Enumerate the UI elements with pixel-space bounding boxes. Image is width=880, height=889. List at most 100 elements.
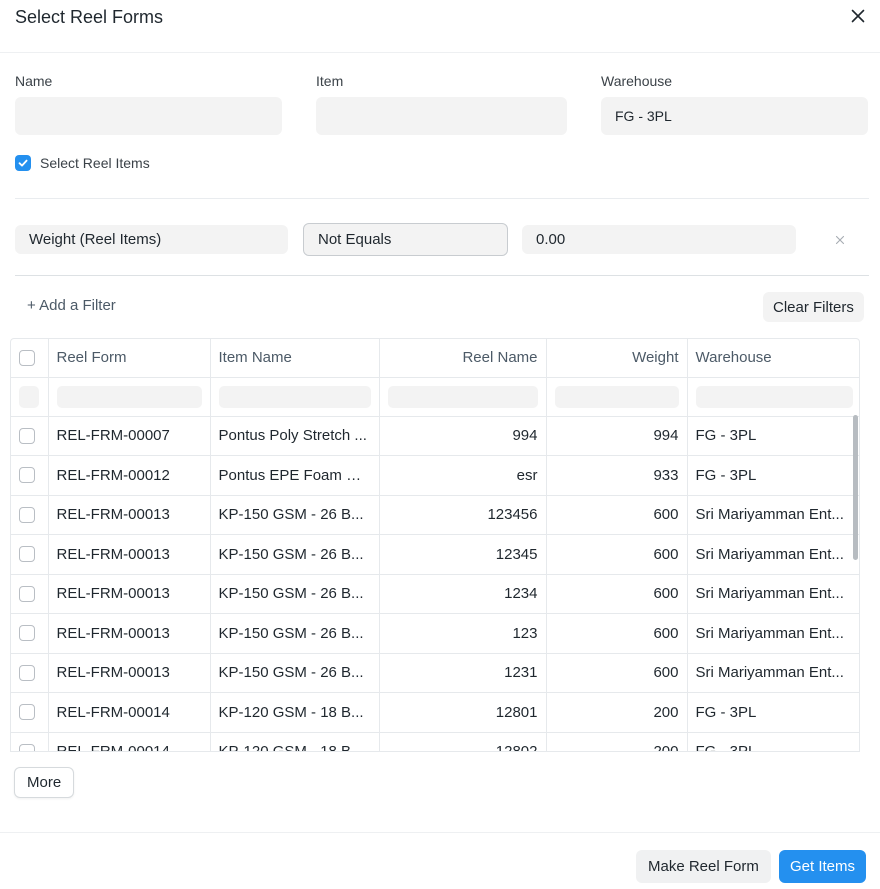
warehouse-cell: FG - 3PL	[687, 416, 859, 456]
reel-name-cell: 12345	[379, 534, 547, 575]
clear-filters-button[interactable]: Clear Filters	[763, 292, 864, 322]
column-header-reel-name[interactable]: Reel Name	[379, 339, 547, 378]
filter-value-input[interactable]: 0.00	[522, 225, 796, 254]
select-all-checkbox[interactable]	[19, 349, 35, 366]
weight-cell: 600	[546, 534, 688, 575]
row-select-cell[interactable]	[11, 574, 49, 614]
select-reel-items-checkbox[interactable]	[15, 155, 31, 171]
table-row[interactable]: REL-FRM-00013 KP-150 GSM - 26 B... 12345…	[11, 534, 859, 575]
filter-condition-select[interactable]: Not Equals	[303, 223, 508, 256]
item-label: Item	[316, 73, 344, 89]
warehouse-cell: Sri Mariyamman Ent...	[687, 534, 859, 575]
column-filter-check[interactable]	[19, 385, 39, 408]
weight-filter-input[interactable]	[554, 385, 679, 408]
row-checkbox[interactable]	[19, 546, 35, 563]
table-scrollbar-thumb[interactable]	[853, 415, 858, 560]
table-row[interactable]: REL-FRM-00012 Pontus EPE Foam Bl... esr …	[11, 455, 859, 496]
reel-name-cell: 123456	[379, 495, 547, 535]
filter-condition-text: Not Equals	[318, 231, 392, 248]
row-select-cell[interactable]	[11, 534, 49, 575]
table-row[interactable]: REL-FRM-00013 KP-150 GSM - 26 B... 1231 …	[11, 653, 859, 693]
filter-divider	[15, 275, 869, 276]
reel-form-cell: REL-FRM-00014	[48, 732, 211, 751]
column-filter-weight[interactable]	[546, 377, 688, 417]
get-items-button[interactable]: Get Items	[779, 850, 867, 883]
table-row[interactable]: REL-FRM-00013 KP-150 GSM - 26 B... 12345…	[11, 495, 859, 535]
weight-cell: 600	[546, 613, 688, 654]
column-filter-select[interactable]	[11, 377, 49, 417]
close-icon	[835, 235, 845, 245]
reel-form-cell: REL-FRM-00013	[48, 495, 211, 535]
item-field[interactable]	[316, 97, 567, 135]
select-reel-items-checkbox-row[interactable]: Select Reel Items	[15, 154, 150, 172]
row-checkbox[interactable]	[19, 427, 35, 444]
warehouse-cell: FG - 3PL	[687, 732, 859, 751]
warehouse-cell: FG - 3PL	[687, 455, 859, 496]
row-select-cell[interactable]	[11, 416, 49, 456]
filter-field-select[interactable]: Weight (Reel Items)	[15, 225, 288, 254]
column-filter-warehouse[interactable]	[687, 377, 859, 417]
add-filter-button[interactable]: + Add a Filter	[27, 297, 116, 314]
column-header-warehouse[interactable]: Warehouse	[687, 339, 859, 378]
warehouse-label: Warehouse	[601, 73, 673, 89]
more-button[interactable]: More	[14, 767, 75, 798]
close-button[interactable]	[846, 4, 870, 28]
remove-filter-button[interactable]	[832, 232, 848, 248]
row-select-cell[interactable]	[11, 732, 49, 751]
column-header-weight[interactable]: Weight	[546, 339, 688, 378]
select-all-cell[interactable]	[11, 339, 49, 378]
warehouse-filter-input[interactable]	[695, 385, 853, 408]
table-row[interactable]: REL-FRM-00014 KP-120 GSM - 18 B... 12802…	[11, 732, 859, 751]
column-header-item-name[interactable]: Item Name	[210, 339, 380, 378]
dialog-title: Select Reel Forms	[15, 7, 164, 27]
reel-name-cell: 12801	[379, 692, 547, 733]
weight-cell: 200	[546, 692, 688, 733]
row-checkbox[interactable]	[19, 506, 35, 523]
filter-value-text: 0.00	[536, 231, 566, 248]
make-reel-form-button[interactable]: Make Reel Form	[636, 850, 771, 883]
check-icon	[18, 159, 28, 167]
reel-name-cell: 1231	[379, 653, 547, 693]
table-row[interactable]: REL-FRM-00007 Pontus Poly Stretch ... 99…	[11, 416, 859, 456]
row-select-cell[interactable]	[11, 495, 49, 535]
filter-field-text: Weight (Reel Items)	[29, 231, 162, 248]
row-checkbox[interactable]	[19, 704, 35, 721]
weight-cell: 600	[546, 653, 688, 693]
row-checkbox[interactable]	[19, 743, 35, 751]
row-select-cell[interactable]	[11, 455, 49, 496]
weight-cell: 600	[546, 574, 688, 614]
row-checkbox[interactable]	[19, 467, 35, 484]
column-filter-reel-form[interactable]	[48, 377, 211, 417]
reel-form-cell: REL-FRM-00007	[48, 416, 211, 456]
row-checkbox[interactable]	[19, 664, 35, 681]
dialog-footer: Make Reel Form Get Items	[0, 832, 880, 889]
select-reel-forms-dialog: Select Reel Forms Name Item Warehouse Se…	[0, 0, 880, 889]
select-reel-items-label: Select Reel Items	[40, 155, 150, 171]
column-filter-item-name[interactable]	[210, 377, 380, 417]
item-name-filter-input[interactable]	[218, 385, 371, 408]
row-select-cell[interactable]	[11, 653, 49, 693]
warehouse-cell: FG - 3PL	[687, 692, 859, 733]
row-checkbox[interactable]	[19, 625, 35, 642]
table-row[interactable]: REL-FRM-00014 KP-120 GSM - 18 B... 12801…	[11, 692, 859, 733]
warehouse-field[interactable]	[601, 97, 868, 135]
column-header-reel-form[interactable]: Reel Form	[48, 339, 211, 378]
item-name-cell: Pontus EPE Foam Bl...	[210, 455, 380, 496]
reel-name-filter-input[interactable]	[387, 385, 538, 408]
item-name-cell: KP-150 GSM - 26 B...	[210, 534, 380, 575]
item-name-cell: KP-120 GSM - 18 B...	[210, 692, 380, 733]
table-row[interactable]: REL-FRM-00013 KP-150 GSM - 26 B... 1234 …	[11, 574, 859, 614]
reel-name-cell: 994	[379, 416, 547, 456]
row-select-cell[interactable]	[11, 613, 49, 654]
row-checkbox[interactable]	[19, 585, 35, 602]
name-field[interactable]	[15, 97, 282, 135]
item-name-cell: KP-150 GSM - 26 B...	[210, 613, 380, 654]
reel-form-filter-input[interactable]	[56, 385, 202, 408]
reel-form-cell: REL-FRM-00012	[48, 455, 211, 496]
item-name-cell: Pontus Poly Stretch ...	[210, 416, 380, 456]
item-name-cell: KP-150 GSM - 26 B...	[210, 495, 380, 535]
table-row[interactable]: REL-FRM-00013 KP-150 GSM - 26 B... 123 6…	[11, 613, 859, 654]
column-filter-reel-name[interactable]	[379, 377, 547, 417]
reel-form-cell: REL-FRM-00013	[48, 613, 211, 654]
row-select-cell[interactable]	[11, 692, 49, 733]
